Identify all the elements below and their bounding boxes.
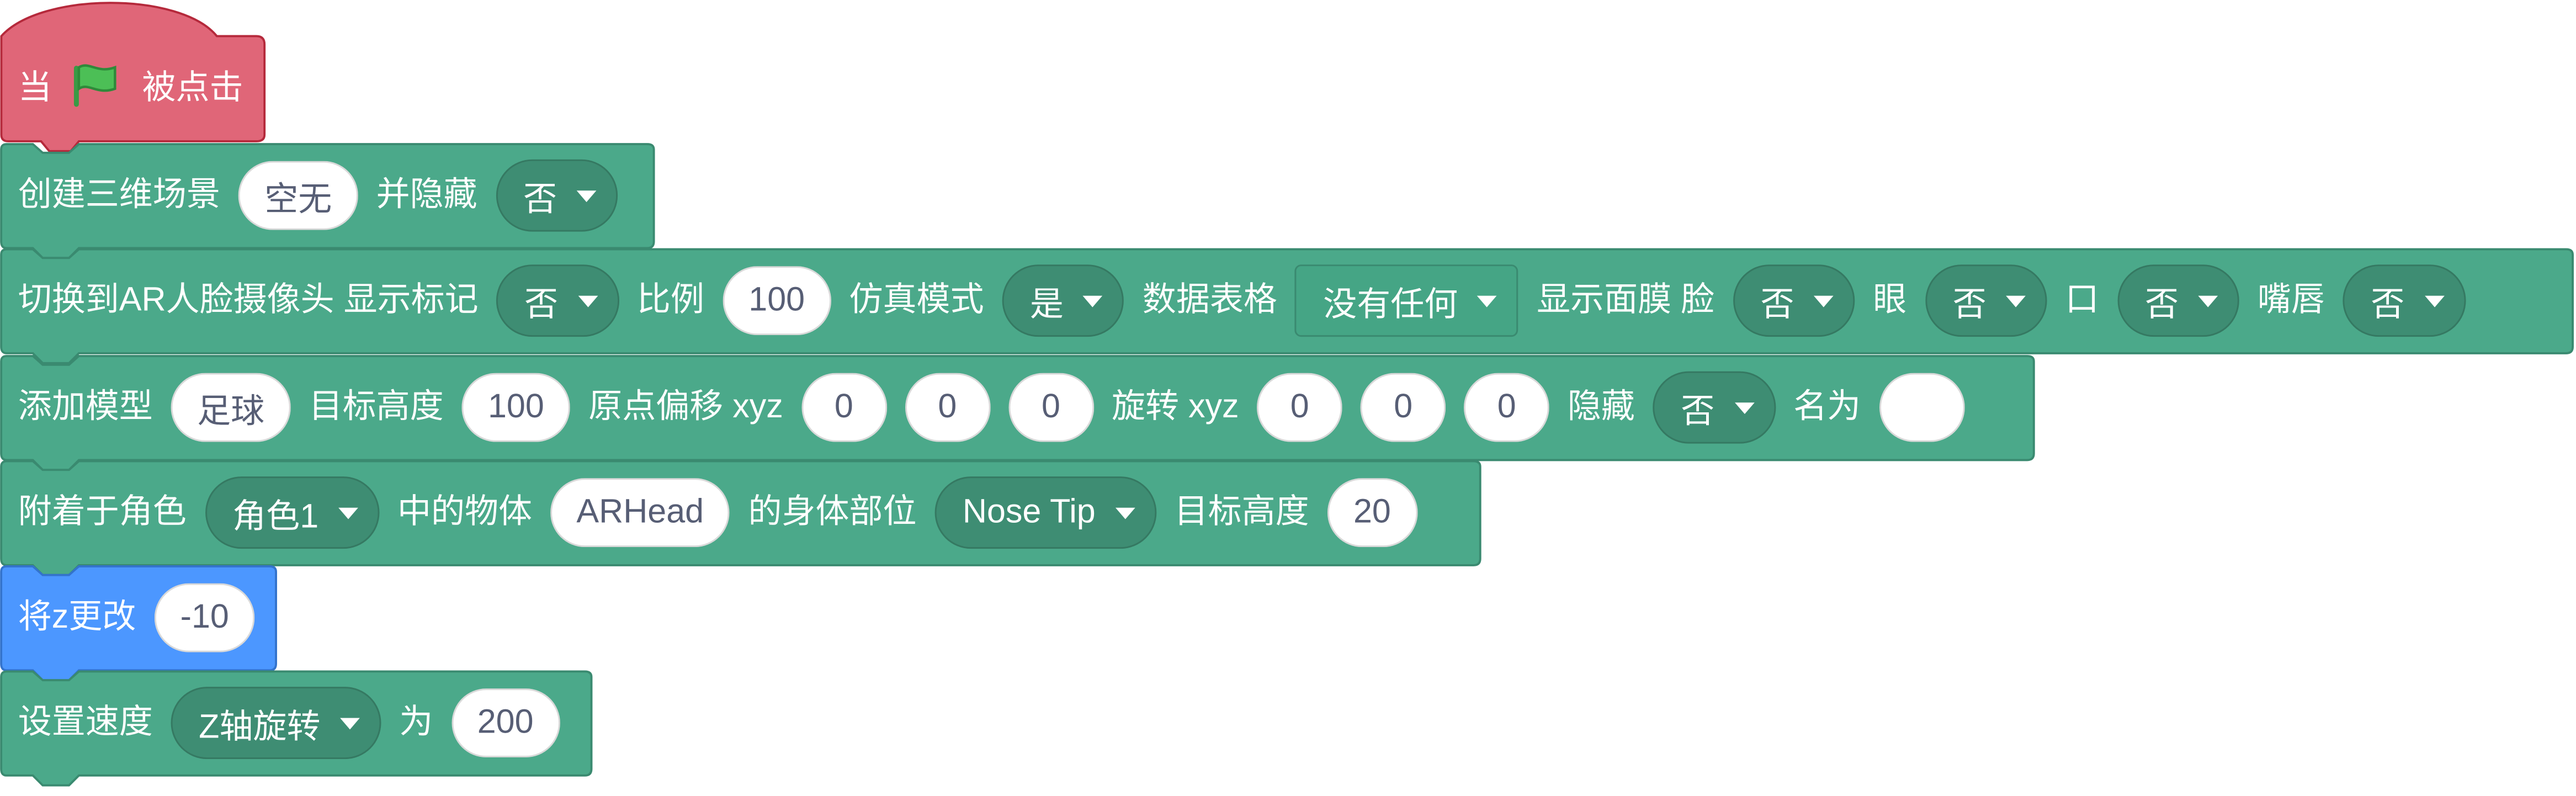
scale-label: 比例 <box>636 280 704 319</box>
create-3d-scene-block[interactable]: 创建三维场景 空无 并隐藏 否 <box>0 143 656 261</box>
mouth-value: 否 <box>2145 285 2179 324</box>
script-canvas: 当 被点击 创建三维场景 空无 并隐藏 否 切换到AR人脸摄像头 显示标记 否 … <box>0 0 2576 795</box>
chevron-down-icon <box>1477 295 1497 307</box>
mouth-label: 口 <box>2065 280 2099 319</box>
eye-label: 眼 <box>1873 280 1907 319</box>
rot-x-input[interactable]: 0 <box>1257 373 1343 442</box>
rot-z-input[interactable]: 0 <box>1464 373 1550 442</box>
body-part-label: 的身体部位 <box>748 492 917 530</box>
lips-dropdown[interactable]: 否 <box>2343 264 2466 337</box>
table-label: 数据表格 <box>1142 280 1277 319</box>
rot-y-input[interactable]: 0 <box>1360 373 1446 442</box>
eye-dropdown[interactable]: 否 <box>1925 264 2047 337</box>
attach-to-sprite-block[interactable]: 附着于角色 角色1 中的物体 ARHead 的身体部位 Nose Tip 目标高… <box>0 460 1484 578</box>
chevron-down-icon <box>2424 295 2444 307</box>
mouth-dropdown[interactable]: 否 <box>2117 264 2240 337</box>
when-flag-clicked-block[interactable]: 当 被点击 <box>0 0 266 158</box>
sim-value: 是 <box>1029 285 1064 324</box>
sim-label: 仿真模式 <box>849 280 984 319</box>
scale-input[interactable]: 100 <box>722 266 831 336</box>
when-label: 当 <box>18 68 52 107</box>
hide-label: 隐藏 <box>1567 387 1635 426</box>
object-label: 中的物体 <box>397 492 533 530</box>
lips-label: 嘴唇 <box>2257 280 2325 319</box>
to-label: 为 <box>399 703 433 741</box>
chevron-down-icon <box>1115 507 1135 519</box>
change-z-label: 将z更改 <box>18 597 136 636</box>
sprite-value: 角色1 <box>232 497 319 536</box>
chevron-down-icon <box>338 507 358 519</box>
body-part-dropdown[interactable]: Nose Tip <box>934 476 1156 549</box>
body-part-value: Nose Tip <box>962 492 1096 531</box>
object-input[interactable]: ARHead <box>550 478 730 548</box>
ar-face-camera-block[interactable]: 切换到AR人脸摄像头 显示标记 否 比例 100 仿真模式 是 数据表格 没有任… <box>0 248 2576 366</box>
lips-value: 否 <box>2371 285 2405 324</box>
hide-value: 否 <box>1681 392 1715 431</box>
face-value: 否 <box>1760 285 1794 324</box>
hide-dropdown-value: 否 <box>523 181 557 219</box>
axis-dropdown[interactable]: Z轴旋转 <box>171 687 381 760</box>
axis-value: Z轴旋转 <box>199 708 321 746</box>
chevron-down-icon <box>2198 295 2218 307</box>
table-dropdown[interactable]: 没有任何 <box>1295 264 1519 337</box>
add-model-block[interactable]: 添加模型 足球 目标高度 100 原点偏移 xyz 0 0 0 旋转 xyz 0… <box>0 355 2037 473</box>
sim-dropdown[interactable]: 是 <box>1002 264 1125 337</box>
scene-input[interactable]: 空无 <box>238 161 358 230</box>
name-label: 名为 <box>1793 387 1861 426</box>
offset-x-input[interactable]: 0 <box>801 373 887 442</box>
height-input[interactable]: 20 <box>1327 478 1417 548</box>
mask-face-label: 显示面膜 脸 <box>1537 280 1715 319</box>
chevron-down-icon <box>2006 295 2026 307</box>
hide-label: 并隐藏 <box>376 175 477 214</box>
target-height-label: 目标高度 <box>1174 492 1309 530</box>
sprite-dropdown[interactable]: 角色1 <box>204 476 380 549</box>
chevron-down-icon <box>576 189 597 201</box>
clicked-label: 被点击 <box>142 68 243 107</box>
offset-y-input[interactable]: 0 <box>905 373 990 442</box>
set-speed-label: 设置速度 <box>18 703 153 741</box>
chevron-down-icon <box>577 295 598 307</box>
name-input[interactable] <box>1878 373 1964 442</box>
marker-value: 否 <box>524 285 559 324</box>
face-dropdown[interactable]: 否 <box>1732 264 1855 337</box>
chevron-down-icon <box>1083 295 1103 307</box>
offset-label: 原点偏移 xyz <box>588 387 783 426</box>
create-scene-label: 创建三维场景 <box>18 175 220 214</box>
ar-camera-label: 切换到AR人脸摄像头 显示标记 <box>18 280 479 319</box>
height-input[interactable]: 100 <box>461 373 571 442</box>
change-z-block[interactable]: 将z更改 -10 <box>0 565 279 683</box>
speed-input[interactable]: 200 <box>451 688 560 758</box>
rotation-label: 旋转 xyz <box>1112 387 1239 426</box>
table-value: 没有任何 <box>1323 285 1458 324</box>
hide-dropdown[interactable]: 否 <box>495 159 618 232</box>
chevron-down-icon <box>340 717 360 729</box>
add-model-label: 添加模型 <box>18 387 153 426</box>
attach-label: 附着于角色 <box>18 492 187 530</box>
chevron-down-icon <box>1734 401 1754 413</box>
green-flag-icon <box>70 62 119 116</box>
eye-value: 否 <box>1952 285 1987 324</box>
marker-dropdown[interactable]: 否 <box>496 264 619 337</box>
chevron-down-icon <box>1814 295 1834 307</box>
offset-z-input[interactable]: 0 <box>1008 373 1094 442</box>
change-z-input[interactable]: -10 <box>154 583 256 652</box>
hide-dropdown[interactable]: 否 <box>1653 371 1776 444</box>
target-height-label: 目标高度 <box>309 387 444 426</box>
set-speed-block[interactable]: 设置速度 Z轴旋转 为 200 <box>0 670 594 795</box>
model-input[interactable]: 足球 <box>171 373 291 442</box>
